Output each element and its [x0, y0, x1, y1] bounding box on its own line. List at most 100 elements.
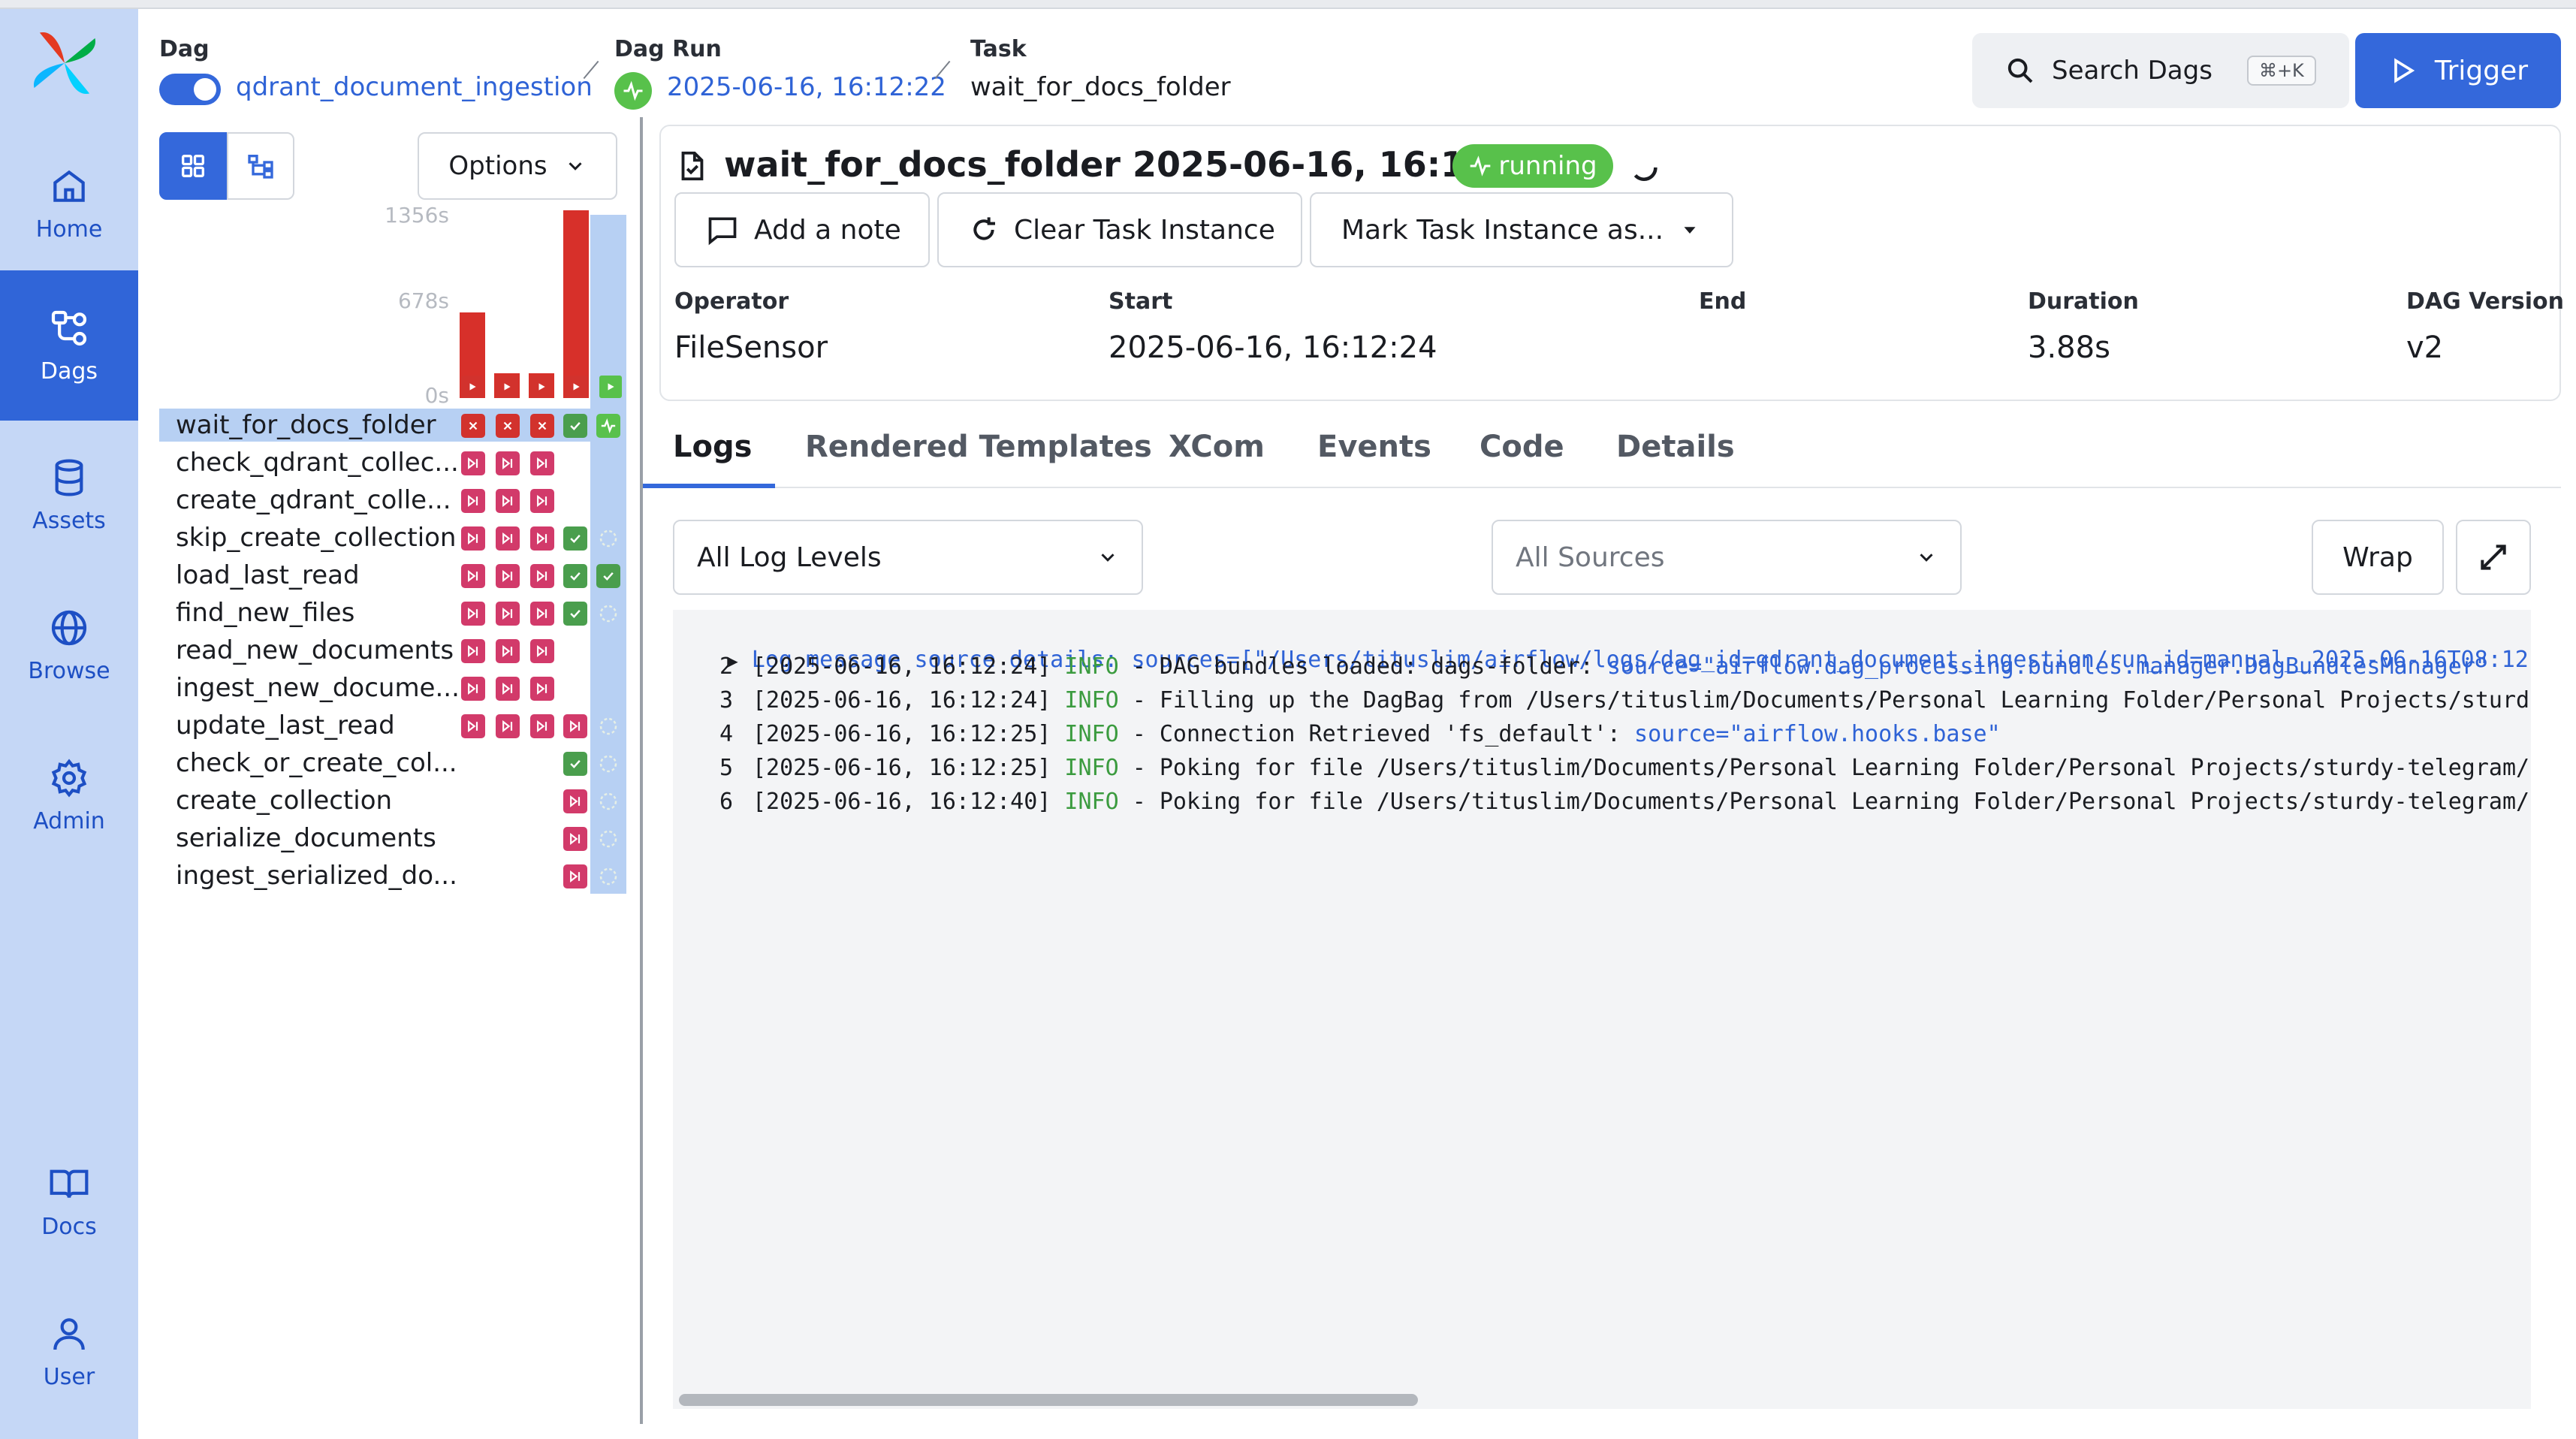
task-row[interactable]: serialize_documents [159, 820, 590, 858]
task-name[interactable]: create_qdrant_colle... [176, 485, 451, 515]
sidebar-item-admin[interactable]: Admin [0, 721, 138, 870]
breadcrumb-dagrun-link[interactable]: 2025-06-16, 16:12:22 [667, 72, 946, 102]
task-instance-pending[interactable] [596, 714, 620, 738]
sidebar-item-browse[interactable]: Browse [0, 571, 138, 720]
grid-view-toggle[interactable] [159, 132, 227, 200]
task-instance-skip[interactable] [461, 714, 485, 738]
task-instance-pending[interactable] [596, 864, 620, 888]
run-state-button[interactable] [599, 376, 622, 398]
task-instance-skip[interactable] [530, 677, 554, 701]
task-row[interactable]: check_or_create_col... [159, 745, 590, 783]
sidebar-item-user[interactable]: User [0, 1277, 138, 1425]
task-instance-success[interactable] [563, 564, 587, 588]
task-instance-pending[interactable] [596, 789, 620, 813]
trigger-button[interactable]: Trigger [2355, 33, 2561, 108]
sidebar-item-home[interactable]: Home [0, 129, 138, 278]
task-row[interactable]: ingest_new_docume... [159, 670, 590, 707]
sidebar-item-dags[interactable]: Dags [0, 270, 138, 421]
tab-details[interactable]: Details [1616, 430, 1735, 464]
task-name[interactable]: wait_for_docs_folder [176, 410, 436, 440]
tab-logs[interactable]: Logs [673, 430, 752, 464]
task-instance-skip[interactable] [530, 564, 554, 588]
log-source-select[interactable]: All Sources [1492, 520, 1962, 595]
clear-task-instance-button[interactable]: Clear Task Instance [937, 192, 1302, 267]
task-name[interactable]: check_qdrant_collec... [176, 448, 459, 478]
log-horizontal-scrollbar[interactable] [679, 1394, 1418, 1406]
task-instance-skip[interactable] [461, 677, 485, 701]
task-row[interactable]: wait_for_docs_folder [159, 407, 590, 445]
task-instance-skip[interactable] [461, 639, 485, 663]
task-row[interactable]: update_last_read [159, 707, 590, 745]
run-state-button[interactable] [461, 376, 484, 398]
task-row[interactable]: find_new_files [159, 595, 590, 632]
mark-task-instance-as-menu[interactable]: Mark Task Instance as... [1310, 192, 1733, 267]
task-instance-success[interactable] [563, 752, 587, 776]
task-name[interactable]: load_last_read [176, 560, 360, 590]
task-instance-pending[interactable] [596, 602, 620, 626]
run-state-button[interactable] [565, 376, 587, 398]
task-instance-skip[interactable] [530, 639, 554, 663]
task-name[interactable]: create_collection [176, 786, 392, 816]
task-instance-skip[interactable] [461, 564, 485, 588]
wrap-button[interactable]: Wrap [2312, 520, 2444, 595]
expand-button[interactable] [2456, 520, 2531, 595]
task-instance-skip[interactable] [461, 602, 485, 626]
tab-xcom[interactable]: XCom [1169, 430, 1265, 464]
tab-events[interactable]: Events [1317, 430, 1431, 464]
task-row[interactable]: check_qdrant_collec... [159, 445, 590, 482]
task-instance-failed[interactable] [530, 414, 554, 438]
task-instance-pending[interactable] [596, 827, 620, 851]
task-row[interactable]: create_qdrant_colle... [159, 482, 590, 520]
task-instance-skip[interactable] [496, 526, 520, 551]
run-duration-bar[interactable] [563, 210, 589, 398]
task-name[interactable]: ingest_serialized_do... [176, 861, 457, 891]
panel-resize-handle[interactable] [640, 117, 643, 1424]
sidebar-item-assets[interactable]: Assets [0, 421, 138, 569]
task-instance-success[interactable] [563, 414, 587, 438]
task-instance-pending[interactable] [596, 752, 620, 776]
task-instance-skip[interactable] [530, 489, 554, 513]
tab-rendered-templates[interactable]: Rendered Templates [805, 430, 1152, 464]
run-state-button[interactable] [530, 376, 553, 398]
breadcrumb-dag-link[interactable]: qdrant_document_ingestion [236, 72, 593, 102]
task-instance-success[interactable] [563, 602, 587, 626]
task-name[interactable]: check_or_create_col... [176, 748, 457, 778]
options-dropdown[interactable]: Options [418, 132, 617, 200]
task-instance-skip[interactable] [461, 526, 485, 551]
graph-view-toggle[interactable] [227, 132, 294, 200]
task-instance-failed[interactable] [461, 414, 485, 438]
task-instance-skip[interactable] [530, 526, 554, 551]
task-instance-skip[interactable] [563, 827, 587, 851]
task-name[interactable]: serialize_documents [176, 823, 436, 853]
task-instance-skip[interactable] [563, 789, 587, 813]
add-note-button[interactable]: Add a note [674, 192, 930, 267]
task-name[interactable]: skip_create_collection [176, 523, 457, 553]
task-instance-success[interactable] [596, 564, 620, 588]
task-instance-skip[interactable] [496, 602, 520, 626]
tab-code[interactable]: Code [1480, 430, 1564, 464]
task-name[interactable]: find_new_files [176, 598, 354, 628]
task-name[interactable]: ingest_new_docume... [176, 673, 460, 703]
task-instance-skip[interactable] [496, 714, 520, 738]
airflow-logo[interactable] [30, 29, 99, 98]
task-row[interactable]: load_last_read [159, 557, 590, 595]
task-instance-skip[interactable] [496, 677, 520, 701]
task-row[interactable]: ingest_serialized_do... [159, 858, 590, 895]
dag-pause-toggle[interactable] [159, 74, 221, 105]
task-instance-skip[interactable] [496, 489, 520, 513]
task-instance-skip[interactable] [530, 451, 554, 475]
task-row[interactable]: create_collection [159, 783, 590, 820]
log-viewer[interactable]: ▶ Log message source details: sources=["… [673, 610, 2531, 1409]
task-instance-skip[interactable] [461, 489, 485, 513]
task-instance-failed[interactable] [496, 414, 520, 438]
task-instance-skip[interactable] [461, 451, 485, 475]
task-instance-success[interactable] [563, 526, 587, 551]
task-instance-skip[interactable] [530, 602, 554, 626]
task-instance-skip[interactable] [496, 451, 520, 475]
task-instance-skip[interactable] [496, 639, 520, 663]
run-state-button[interactable] [496, 376, 518, 398]
task-instance-running[interactable] [596, 414, 620, 438]
task-name[interactable]: read_new_documents [176, 635, 454, 665]
task-row[interactable]: skip_create_collection [159, 520, 590, 557]
log-level-select[interactable]: All Log Levels [673, 520, 1143, 595]
